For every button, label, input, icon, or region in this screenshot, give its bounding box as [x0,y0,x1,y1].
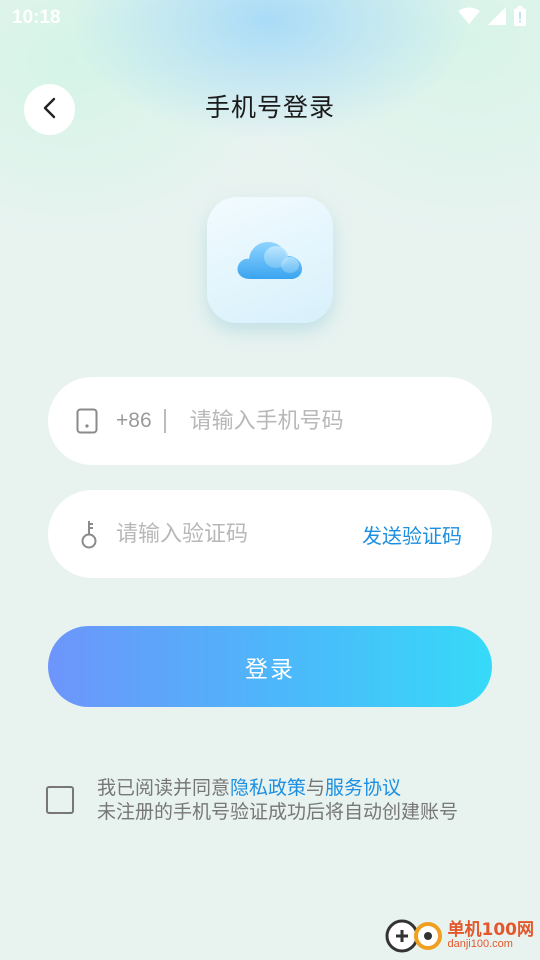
agreement-prefix: 我已阅读并同意 [97,777,231,799]
battery-icon [514,6,526,30]
status-bar: 10:18 [0,0,540,36]
cloud-icon [236,235,304,285]
agreement-line-1: 我已阅读并同意隐私政策与服务协议 [97,776,517,800]
country-code[interactable]: +86 [116,409,152,433]
phone-input[interactable] [189,408,430,434]
code-field[interactable]: 发送验证码 [48,490,492,578]
page-title: 手机号登录 [204,93,335,122]
watermark-name: 单机100网 [447,920,535,940]
key-icon [76,519,102,549]
agreement-checkbox[interactable] [46,786,74,814]
header: 手机号登录 [0,82,540,136]
send-code-button[interactable]: 发送验证码 [362,490,462,578]
watermark: 单机100网 danji100.com [382,914,535,958]
signal-icon [488,7,506,29]
status-time: 10:18 [12,7,61,28]
wifi-icon [458,7,480,29]
agreement-text: 我已阅读并同意隐私政策与服务协议 未注册的手机号验证成功后将自动创建账号 [97,776,517,824]
watermark-logo-icon [382,914,444,958]
service-agreement-link[interactable]: 服务协议 [325,777,401,799]
privacy-policy-link[interactable]: 隐私政策 [230,777,306,799]
phone-field[interactable]: +86 [48,377,492,465]
app-logo [207,197,333,323]
status-icons [458,6,526,30]
watermark-url: danji100.com [447,938,513,950]
phone-icon [74,406,100,436]
agreement-conjunction: 与 [306,777,326,799]
divider [163,409,166,433]
verification-code-input[interactable] [116,521,326,547]
watermark-text: 单机100网 danji100.com [448,922,535,950]
login-button[interactable]: 登录 [48,626,492,707]
agreement-note: 未注册的手机号验证成功后将自动创建账号 [97,801,459,823]
